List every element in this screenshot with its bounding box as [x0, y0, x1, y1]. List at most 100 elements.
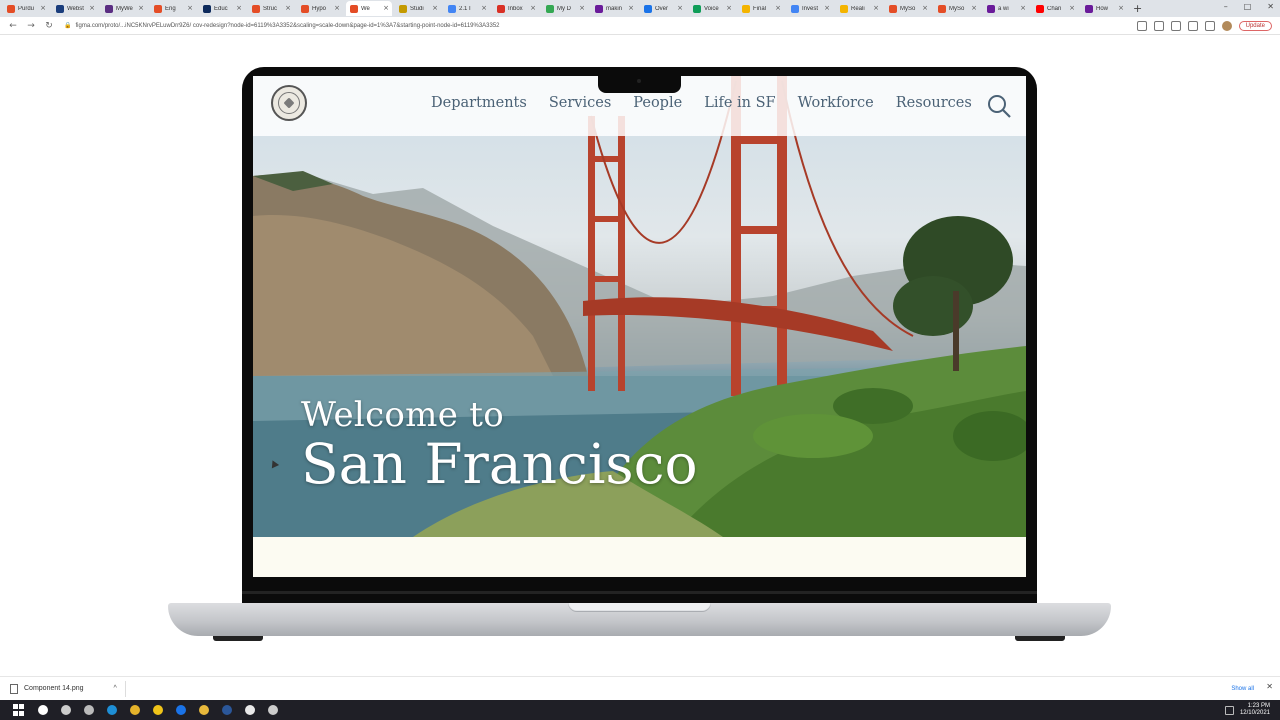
tab-favicon-icon: [693, 4, 701, 13]
clock[interactable]: 1:23 PM 12/10/2021: [1240, 703, 1270, 717]
tab-title: Educ: [214, 5, 228, 12]
tab-close-icon[interactable]: ×: [138, 4, 144, 12]
reload-icon[interactable]: ↻: [44, 21, 54, 31]
tab-close-icon[interactable]: ×: [873, 4, 879, 12]
tab-title: Inbox: [508, 5, 523, 12]
extension-icon[interactable]: [1170, 20, 1181, 31]
browser-tab[interactable]: We ×: [346, 1, 392, 16]
browser-tab[interactable]: Eng ×: [150, 1, 196, 16]
browser-tab[interactable]: MySo ×: [885, 1, 931, 16]
browser-tab[interactable]: Chan ×: [1032, 1, 1078, 16]
share-icon[interactable]: [1136, 20, 1147, 31]
laptop-notch: [598, 74, 681, 93]
browser-tab[interactable]: How ×: [1081, 1, 1127, 16]
tab-close-icon[interactable]: ×: [726, 4, 732, 12]
minimize-icon[interactable]: –: [1224, 2, 1228, 11]
mail-icon[interactable]: [176, 705, 186, 715]
back-icon[interactable]: ←: [8, 21, 18, 31]
tab-close-icon[interactable]: ×: [40, 4, 46, 12]
tab-title: Over: [655, 5, 669, 12]
browser-tab[interactable]: a wi ×: [983, 1, 1029, 16]
tab-close-icon[interactable]: ×: [383, 4, 389, 12]
browser-tab[interactable]: Inbox ×: [493, 1, 539, 16]
browser-tab[interactable]: Reali ×: [836, 1, 882, 16]
browser-tab[interactable]: Webst ×: [52, 1, 98, 16]
search-icon[interactable]: [987, 94, 1011, 118]
bookmark-star-icon[interactable]: [1153, 20, 1164, 31]
browser-tab[interactable]: Purdu ×: [3, 1, 49, 16]
browser-tab[interactable]: makin ×: [591, 1, 637, 16]
tab-close-icon[interactable]: ×: [432, 4, 438, 12]
vpn-icon[interactable]: [245, 705, 255, 715]
nav-people[interactable]: People: [622, 95, 693, 111]
browser-tab-strip: Purdu × Webst × MyWe × Eng × Educ × Struc × Hypo × We ×…: [0, 0, 1280, 17]
browser-tab[interactable]: Invest ×: [787, 1, 833, 16]
lock-icon: 🔒: [64, 23, 72, 29]
browser-tab[interactable]: MySo ×: [934, 1, 980, 16]
new-tab-button[interactable]: +: [1133, 2, 1142, 15]
download-bar: Component 14.png ^ Show all ✕: [0, 676, 1280, 700]
side-panel-icon[interactable]: [1204, 20, 1215, 31]
hero-heading: Welcome to San Francisco: [301, 395, 698, 495]
maximize-icon[interactable]: □: [1244, 2, 1252, 11]
browser-tab[interactable]: Studi ×: [395, 1, 441, 16]
tab-close-icon[interactable]: ×: [971, 4, 977, 12]
tab-close-icon[interactable]: ×: [579, 4, 585, 12]
explorer-icon[interactable]: [199, 705, 209, 715]
browser-tab[interactable]: 2.1 I ×: [444, 1, 490, 16]
cortana-icon[interactable]: [61, 705, 71, 715]
search-icon[interactable]: [38, 705, 48, 715]
browser-tab[interactable]: Voice ×: [689, 1, 735, 16]
tab-title: Webst: [67, 5, 84, 12]
download-item[interactable]: Component 14.png ^: [10, 680, 126, 697]
tab-close-icon[interactable]: ×: [628, 4, 634, 12]
laptop-base: [168, 603, 1111, 636]
tab-close-icon[interactable]: ×: [677, 4, 683, 12]
chrome-icon[interactable]: [130, 705, 140, 715]
browser-tab[interactable]: Hypo ×: [297, 1, 343, 16]
tab-close-icon[interactable]: ×: [775, 4, 781, 12]
tab-close-icon[interactable]: ×: [89, 4, 95, 12]
chevron-up-icon[interactable]: ^: [114, 685, 117, 692]
tab-close-icon[interactable]: ×: [334, 4, 340, 12]
tab-close-icon[interactable]: ×: [285, 4, 291, 12]
address-bar[interactable]: 🔒 figma.com/proto/...iNC5KNrvPELuwDrr9Z6…: [64, 19, 1084, 32]
tab-close-icon[interactable]: ×: [1020, 4, 1026, 12]
forward-icon[interactable]: →: [26, 21, 36, 31]
tab-close-icon[interactable]: ×: [1069, 4, 1075, 12]
city-seal-logo[interactable]: [271, 85, 307, 121]
nav-departments[interactable]: Departments: [431, 95, 538, 111]
store-icon[interactable]: [153, 705, 163, 715]
extensions-puzzle-icon[interactable]: [1187, 20, 1198, 31]
tab-close-icon[interactable]: ×: [481, 4, 487, 12]
close-icon[interactable]: ✕: [1266, 682, 1273, 691]
nav-services[interactable]: Services: [538, 95, 622, 111]
tab-title: We: [361, 5, 370, 12]
nav-workforce[interactable]: Workforce: [787, 95, 885, 111]
show-all-link[interactable]: Show all: [1231, 686, 1254, 692]
nav-resources[interactable]: Resources: [885, 95, 983, 111]
tab-close-icon[interactable]: ×: [530, 4, 536, 12]
profile-avatar[interactable]: [1221, 20, 1232, 31]
app-icon[interactable]: [268, 705, 278, 715]
network-icon[interactable]: [1224, 705, 1234, 715]
browser-tab[interactable]: Educ ×: [199, 1, 245, 16]
nav-life-in-sf[interactable]: Life in SF: [693, 95, 786, 111]
update-button[interactable]: Update: [1238, 20, 1272, 31]
start-icon[interactable]: [13, 704, 25, 716]
browser-tab[interactable]: Final ×: [738, 1, 784, 16]
tab-title: Purdu: [18, 5, 35, 12]
browser-tab[interactable]: Struc ×: [248, 1, 294, 16]
tab-close-icon[interactable]: ×: [824, 4, 830, 12]
tab-close-icon[interactable]: ×: [187, 4, 193, 12]
browser-tab[interactable]: My D ×: [542, 1, 588, 16]
browser-tab[interactable]: MyWe ×: [101, 1, 147, 16]
word-icon[interactable]: [222, 705, 232, 715]
tab-close-icon[interactable]: ×: [922, 4, 928, 12]
tab-close-icon[interactable]: ×: [236, 4, 242, 12]
browser-tab[interactable]: Over ×: [640, 1, 686, 16]
close-window-icon[interactable]: ✕: [1267, 2, 1274, 11]
edge-icon[interactable]: [107, 705, 117, 715]
task-view-icon[interactable]: [84, 705, 94, 715]
tab-close-icon[interactable]: ×: [1118, 4, 1124, 12]
